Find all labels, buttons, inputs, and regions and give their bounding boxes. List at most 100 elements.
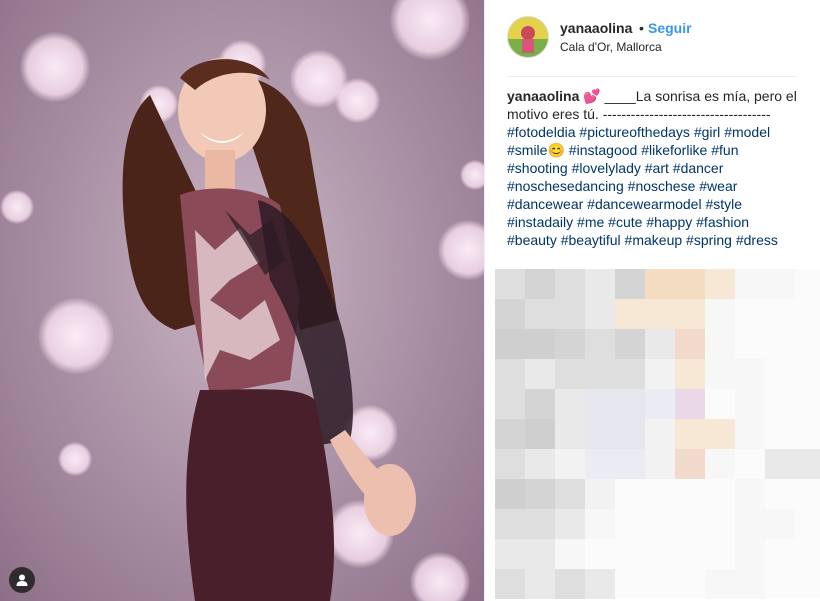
- mosaic-block: [795, 569, 820, 599]
- mosaic-block: [705, 449, 735, 479]
- mosaic-block: [645, 539, 675, 569]
- mosaic-block: [525, 509, 555, 539]
- mosaic-block: [525, 449, 555, 479]
- pixelated-comments-area: [495, 269, 820, 601]
- mosaic-block: [585, 299, 615, 329]
- mosaic-block: [525, 269, 555, 299]
- hashtag-link[interactable]: #model: [724, 124, 770, 140]
- mosaic-block: [585, 569, 615, 599]
- mosaic-block: [525, 539, 555, 569]
- mosaic-block: [525, 419, 555, 449]
- mosaic-block: [525, 569, 555, 599]
- tagged-users-button[interactable]: [9, 567, 35, 593]
- mosaic-block: [675, 389, 705, 419]
- hashtag-link[interactable]: #shooting: [507, 160, 568, 176]
- hashtag-link[interactable]: #pictureofthedays: [579, 124, 690, 140]
- post-caption: yanaaolina 💕 ____La sonrisa es mía, pero…: [507, 87, 797, 249]
- hashtag-link[interactable]: #girl: [694, 124, 720, 140]
- hashtag-link[interactable]: #instagood: [569, 142, 638, 158]
- mosaic-block: [675, 479, 705, 509]
- mosaic-block: [705, 389, 735, 419]
- mosaic-block: [705, 509, 735, 539]
- mosaic-block: [735, 509, 765, 539]
- mosaic-block: [615, 359, 645, 389]
- mosaic-block: [675, 539, 705, 569]
- mosaic-block: [765, 419, 795, 449]
- username-link[interactable]: yanaaolina: [560, 20, 632, 36]
- mosaic-block: [555, 359, 585, 389]
- mosaic-block: [555, 509, 585, 539]
- mosaic-block: [645, 359, 675, 389]
- hashtag-link[interactable]: #dancewear: [507, 196, 583, 212]
- mosaic-block: [675, 329, 705, 359]
- hashtag-link[interactable]: #style: [705, 196, 742, 212]
- location-link[interactable]: Cala d'Or, Mallorca: [560, 40, 662, 54]
- hashtag-link[interactable]: #lovelylady: [572, 160, 641, 176]
- hashtag-link[interactable]: #instadaily: [507, 214, 573, 230]
- hashtag-link[interactable]: #happy: [646, 214, 692, 230]
- hashtag-link[interactable]: #dress: [736, 232, 778, 248]
- mosaic-block: [585, 449, 615, 479]
- hashtag-link[interactable]: #spring: [686, 232, 732, 248]
- hashtag-link[interactable]: #art: [645, 160, 669, 176]
- separator-dot: •: [639, 20, 644, 36]
- hashtag-link[interactable]: #dancer: [673, 160, 724, 176]
- hashtag-link[interactable]: #makeup: [625, 232, 683, 248]
- mosaic-block: [795, 509, 820, 539]
- mosaic-block: [795, 449, 820, 479]
- woman-figure: [122, 58, 416, 601]
- mosaic-block: [705, 569, 735, 599]
- mosaic-block: [795, 419, 820, 449]
- follow-button[interactable]: Seguir: [648, 20, 692, 36]
- mosaic-block: [615, 479, 645, 509]
- hashtag-link[interactable]: #beauty: [507, 232, 557, 248]
- mosaic-block: [495, 359, 525, 389]
- hashtag-link[interactable]: #fashion: [696, 214, 749, 230]
- mosaic-block: [615, 539, 645, 569]
- mosaic-block: [645, 389, 675, 419]
- mosaic-block: [645, 329, 675, 359]
- mosaic-block: [615, 269, 645, 299]
- hashtag-link[interactable]: #dancewearmodel: [587, 196, 701, 212]
- hashtag-link[interactable]: #me: [577, 214, 604, 230]
- mosaic-block: [765, 479, 795, 509]
- mosaic-block: [585, 359, 615, 389]
- mosaic-block: [615, 449, 645, 479]
- user-icon: [16, 574, 28, 586]
- mosaic-block: [675, 509, 705, 539]
- avatar[interactable]: [507, 16, 549, 58]
- mosaic-block: [495, 539, 525, 569]
- mosaic-block: [735, 299, 765, 329]
- hashtag-link[interactable]: #fotodeldia: [507, 124, 576, 140]
- hashtag-link[interactable]: #likeforlike: [641, 142, 707, 158]
- mosaic-block: [555, 539, 585, 569]
- mosaic-block: [495, 269, 525, 299]
- mosaic-block: [555, 299, 585, 329]
- mosaic-block: [525, 299, 555, 329]
- mosaic-block: [795, 479, 820, 509]
- mosaic-block: [675, 569, 705, 599]
- mosaic-block: [495, 569, 525, 599]
- hashtag-link[interactable]: #noschesedancing: [507, 178, 624, 194]
- mosaic-block: [645, 479, 675, 509]
- mosaic-block: [705, 359, 735, 389]
- mosaic-block: [495, 389, 525, 419]
- mosaic-block: [765, 569, 795, 599]
- hashtag-link[interactable]: #smile: [507, 142, 547, 158]
- hashtag-link[interactable]: #fun: [711, 142, 738, 158]
- mosaic-block: [645, 509, 675, 539]
- post-photo[interactable]: [0, 0, 484, 601]
- mosaic-block: [495, 449, 525, 479]
- mosaic-block: [615, 569, 645, 599]
- hashtag-link[interactable]: #wear: [699, 178, 737, 194]
- hashtag-link[interactable]: #noschese: [628, 178, 696, 194]
- hashtag-link[interactable]: #cute: [608, 214, 642, 230]
- mosaic-block: [795, 389, 820, 419]
- mosaic-block: [705, 269, 735, 299]
- caption-username[interactable]: yanaaolina: [507, 88, 579, 104]
- mosaic-block: [765, 299, 795, 329]
- hashtag-link[interactable]: #beaytiful: [561, 232, 621, 248]
- mosaic-block: [495, 509, 525, 539]
- mosaic-block: [585, 329, 615, 359]
- mosaic-block: [525, 359, 555, 389]
